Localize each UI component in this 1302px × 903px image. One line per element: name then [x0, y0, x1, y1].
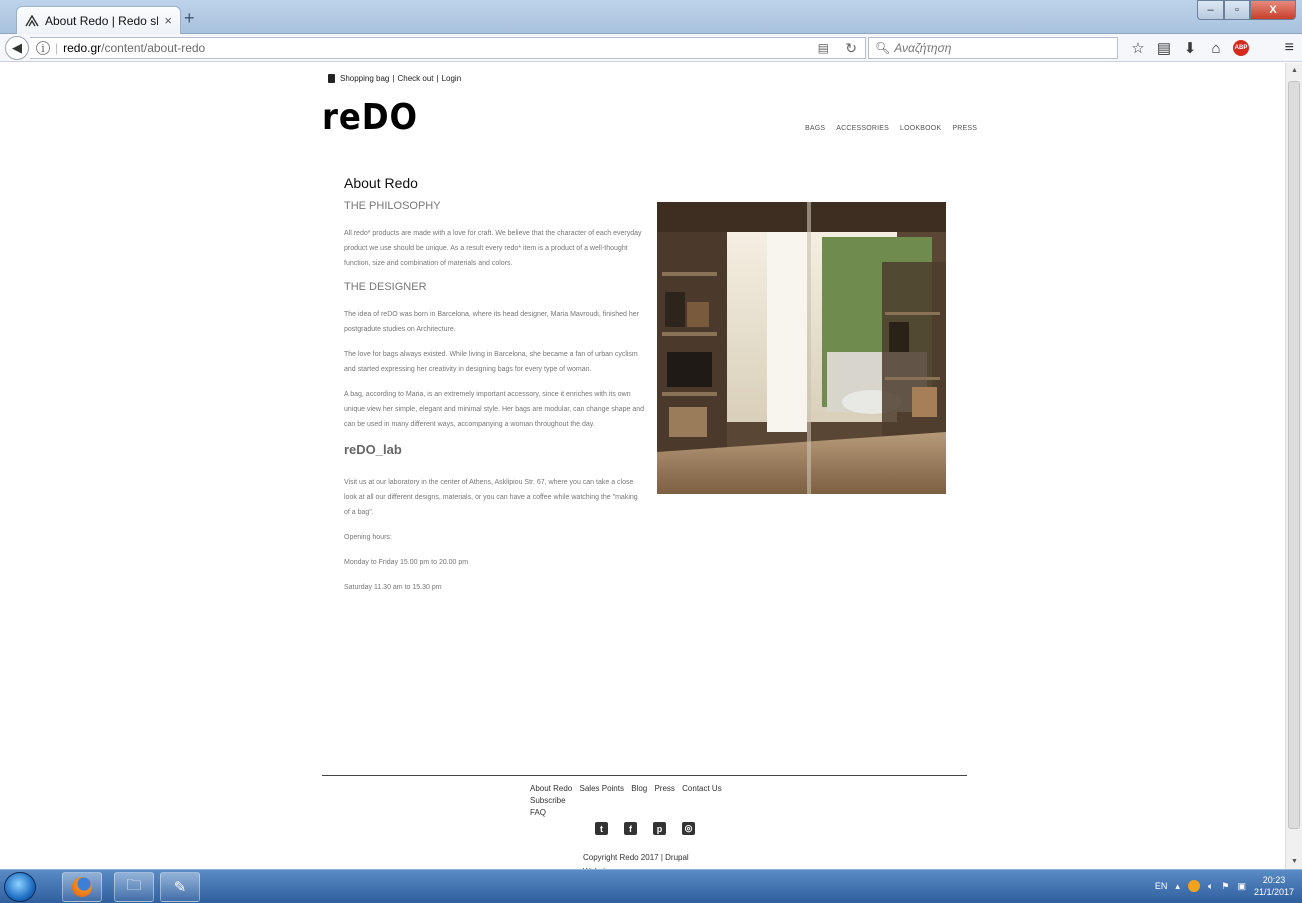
site-favicon: [25, 14, 39, 26]
browser-navbar: ◀ i | redo.gr/content/about-redo ▤ ↻ 🔍︎ …: [0, 34, 1302, 62]
clock-date: 21/1/2017: [1253, 887, 1294, 897]
nav-press[interactable]: PRESS: [952, 125, 977, 132]
philosophy-text: All redo* products are made with a love …: [344, 230, 642, 267]
page-title: About Redo: [344, 175, 418, 191]
shop-interior-photo: [657, 202, 946, 494]
footer-link-about[interactable]: About Redo: [530, 784, 572, 793]
window-controls: – ▫ X: [1197, 0, 1296, 20]
clock-time: 20:23: [1262, 875, 1286, 885]
file-manager-icon: 🗀: [126, 876, 142, 894]
designer-heading: THE DESIGNER: [344, 281, 427, 293]
designer-paragraph-3: A bag, according to Maria, is an extreme…: [344, 391, 645, 428]
search-input[interactable]: 🔍︎ Αναζήτηση: [868, 37, 1118, 59]
hours-saturday: Saturday 11.30 am to 15.30 pm: [344, 584, 442, 591]
action-center-flag-icon[interactable]: ⚑: [1221, 881, 1229, 892]
tab-title: About Redo | Redo shop: [45, 13, 158, 28]
back-button[interactable]: ◀: [5, 36, 29, 60]
language-indicator[interactable]: EN: [1155, 881, 1168, 891]
tray-app-icon[interactable]: [1187, 880, 1200, 892]
site-info-icon[interactable]: i: [36, 41, 50, 55]
windows-taskbar: 🗀 ✎ EN ▴ 🔈︎ ⚑ ▣ 20:23 21/1/2017: [0, 869, 1302, 903]
nav-lookbook[interactable]: LOOKBOOK: [900, 125, 941, 132]
back-arrow-icon: ◀: [12, 40, 22, 55]
reload-icon[interactable]: ↻: [845, 40, 857, 57]
footer-link-sales-points[interactable]: Sales Points: [580, 784, 624, 793]
hours-weekdays: Monday to Friday 15.00 pm to 20.00 pm: [344, 559, 469, 566]
downloads-icon[interactable]: ⬇: [1178, 38, 1202, 58]
url-domain: redo.gr: [63, 41, 102, 55]
clock[interactable]: 20:23 21/1/2017: [1254, 874, 1294, 898]
page-scrollbar[interactable]: ▲ ▼: [1285, 63, 1302, 869]
firefox-icon: [72, 877, 92, 897]
url-separator: |: [55, 41, 59, 55]
nav-bags[interactable]: BAGS: [805, 125, 825, 132]
paint-icon: ✎: [173, 879, 187, 896]
maximize-button[interactable]: ▫: [1224, 0, 1250, 20]
browser-titlebar: About Redo | Redo shop × + – ▫ X: [0, 0, 1302, 34]
search-icon: 🔍︎: [875, 41, 891, 55]
scroll-down-icon[interactable]: ▼: [1291, 858, 1298, 865]
social-links: t f p ◎: [595, 822, 695, 835]
web-page: Shopping bag | Check out | Login reDO BA…: [0, 63, 1285, 869]
new-tab-button[interactable]: +: [184, 8, 195, 29]
search-placeholder: Αναζήτηση: [894, 41, 952, 55]
adblock-icon[interactable]: ABP: [1230, 38, 1252, 58]
minimize-button[interactable]: –: [1197, 0, 1224, 20]
taskbar-files[interactable]: 🗀: [114, 872, 154, 902]
site-logo[interactable]: reDO: [322, 97, 418, 138]
tab-close-icon[interactable]: ×: [164, 13, 172, 28]
twitter-icon[interactable]: t: [595, 822, 608, 835]
taskbar-paint[interactable]: ✎: [160, 872, 200, 902]
account-bar: Shopping bag | Check out | Login: [328, 74, 461, 83]
start-button[interactable]: [4, 872, 36, 902]
network-icon[interactable]: ▣: [1237, 881, 1246, 892]
lab-text: Visit us at our laboratory in the center…: [344, 479, 638, 516]
tray-expand-icon[interactable]: ▴: [1175, 881, 1180, 892]
instagram-icon[interactable]: ◎: [682, 822, 695, 835]
hamburger-menu-icon[interactable]: ≡: [1285, 39, 1294, 57]
designer-paragraph-1: The idea of reDO was born in Barcelona, …: [344, 311, 639, 333]
login-link[interactable]: Login: [442, 74, 462, 83]
pinterest-icon[interactable]: p: [653, 822, 666, 835]
footer-link-subscribe[interactable]: Subscribe: [530, 796, 566, 805]
facebook-icon[interactable]: f: [624, 822, 637, 835]
system-tray: EN ▴ 🔈︎ ⚑ ▣ 20:23 21/1/2017: [1155, 874, 1294, 898]
nav-accessories[interactable]: ACCESSORIES: [836, 125, 889, 132]
address-bar[interactable]: i | redo.gr/content/about-redo ▤ ↻: [30, 37, 866, 59]
footer-divider: [322, 775, 967, 776]
taskbar-firefox[interactable]: [62, 872, 102, 902]
separator: |: [392, 74, 395, 83]
checkout-link[interactable]: Check out: [397, 74, 433, 83]
footer-links: About Redo Sales Points Blog Press Conta…: [530, 783, 760, 819]
hours-label: Opening hours:: [344, 534, 392, 541]
philosophy-heading: THE PHILOSOPHY: [344, 200, 441, 212]
about-content: About Redo THE PHILOSOPHY All redo* prod…: [344, 175, 644, 605]
url-path: /content/about-redo: [101, 41, 206, 55]
footer-link-contact[interactable]: Contact Us: [682, 784, 722, 793]
footer-link-press[interactable]: Press: [654, 784, 674, 793]
footer-link-faq[interactable]: FAQ: [530, 808, 546, 817]
lab-heading: reDO_lab: [344, 442, 402, 457]
footer-link-blog[interactable]: Blog: [631, 784, 647, 793]
bookmark-star-icon[interactable]: ☆: [1126, 38, 1150, 58]
shopping-bag-icon: [328, 74, 335, 83]
scrollbar-thumb[interactable]: [1288, 81, 1300, 829]
home-icon[interactable]: ⌂: [1204, 38, 1228, 58]
designer-paragraph-2: The love for bags always existed. While …: [344, 351, 638, 373]
reader-view-icon[interactable]: ▤: [818, 41, 829, 55]
copyright-text: Copyright Redo 2017 | Drupal Websites: [583, 853, 689, 869]
separator: |: [436, 74, 439, 83]
shopping-bag-link[interactable]: Shopping bag: [340, 74, 389, 83]
scroll-up-icon[interactable]: ▲: [1291, 67, 1298, 74]
volume-icon[interactable]: 🔈︎: [1208, 881, 1213, 892]
main-nav: BAGS ACCESSORIES LOOKBOOK PRESS: [805, 125, 977, 132]
close-window-button[interactable]: X: [1250, 0, 1296, 20]
browser-tab[interactable]: About Redo | Redo shop ×: [16, 6, 181, 34]
browser-toolbar: ☆ ▤ ⬇ ⌂ ABP: [1126, 38, 1254, 58]
bookmarks-list-icon[interactable]: ▤: [1152, 38, 1176, 58]
